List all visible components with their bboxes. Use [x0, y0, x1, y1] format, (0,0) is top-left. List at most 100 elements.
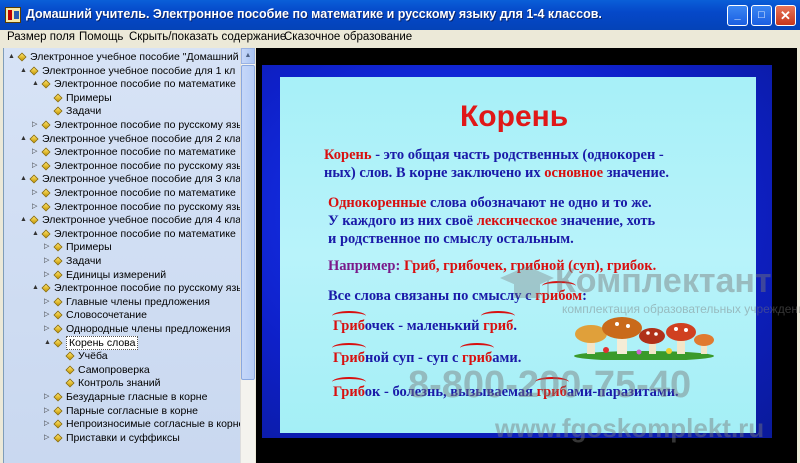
tree-item-label: Электронное пособие по русскому язы: [54, 159, 241, 172]
expand-toggle-icon[interactable]: ▷: [44, 325, 52, 333]
tree-item-label: Однородные члены предложения: [66, 323, 231, 335]
expand-toggle-icon[interactable]: ▷: [44, 243, 52, 251]
node-gem-icon: [41, 161, 51, 171]
tree-item-label: Самопроверка: [78, 363, 150, 376]
tree-item-label: Электронное учебное пособие "Домашний у: [30, 51, 241, 63]
expand-toggle-icon[interactable]: ▲: [8, 53, 16, 61]
scroll-up-arrow-icon[interactable]: ▲: [241, 48, 255, 64]
node-gem-icon: [41, 147, 51, 157]
menu-fairy-education[interactable]: Сказочное образование: [284, 31, 412, 43]
expand-toggle-icon[interactable]: ▲: [20, 135, 28, 143]
example-1: Грибочек - маленький гриб.: [331, 311, 517, 335]
expand-toggle-icon[interactable]: ▷: [44, 420, 52, 428]
node-gem-icon: [41, 120, 51, 130]
node-gem-icon: [53, 93, 63, 103]
expand-toggle-icon[interactable]: ▲: [32, 230, 40, 238]
node-gem-icon: [17, 52, 27, 62]
tree-item-label: Парные согласные в корне: [66, 404, 198, 417]
tree-item-label: Электронное пособие по математике: [54, 227, 236, 240]
tree-item-label: Электронное пособие по математике: [54, 78, 236, 91]
tree-item-label: Электронное пособие по русскому язы: [54, 282, 241, 295]
node-gem-icon: [53, 310, 63, 320]
graduation-cap-logo: [500, 266, 554, 298]
tree-item-label: Задачи: [66, 255, 102, 267]
tree-item-label: Примеры: [66, 241, 112, 254]
node-gem-icon: [53, 338, 63, 348]
node-gem-icon: [41, 79, 51, 89]
tree-item-label: Задачи: [66, 105, 102, 118]
tree-item-label: Словосочетание: [66, 309, 147, 322]
node-gem-icon: [29, 174, 39, 184]
maximize-button[interactable]: □: [751, 5, 772, 26]
node-gem-icon: [53, 106, 63, 116]
expand-toggle-icon[interactable]: [56, 366, 64, 374]
mushrooms-illustration-icon: [574, 317, 714, 360]
expand-toggle-icon[interactable]: ▲: [20, 67, 28, 75]
node-gem-icon: [53, 433, 63, 443]
slide-title: Корень: [460, 100, 569, 133]
tree-scrollbar[interactable]: ▲: [240, 48, 255, 463]
tree-item-label: Единицы измерений: [66, 268, 167, 281]
expand-toggle-icon[interactable]: ▲: [20, 216, 28, 224]
node-gem-icon: [53, 419, 63, 429]
expand-toggle-icon[interactable]: [44, 107, 52, 115]
contents-tree[interactable]: ▲ Электронное учебное пособие "Домашний у…: [3, 48, 241, 463]
expand-toggle-icon[interactable]: ▷: [44, 298, 52, 306]
tree-item-label: Непроизносимые согласные в корне: [66, 418, 241, 431]
tree-item-label: Контроль знаний: [78, 377, 161, 390]
watermark-tagline: комплектация образовательных учреждений: [562, 302, 800, 316]
definition-line-1: Корень - это общая часть родственных (од…: [324, 147, 664, 163]
tree-item-label: Электронное пособие по математике: [54, 146, 236, 159]
expand-toggle-icon[interactable]: ▷: [44, 393, 52, 401]
tree-item-label: Электронное учебное пособие для 1 кл: [42, 64, 236, 77]
tree-item-label: Приставки и суффиксы: [66, 431, 180, 444]
root-arc-icon: [331, 343, 366, 353]
node-gem-icon: [53, 297, 63, 307]
tree-item-label: Примеры: [66, 91, 112, 104]
tree-item-label: Электронное учебное пособие для 3 кла: [42, 173, 241, 186]
tree-item-label: Электронное учебное пособие для 2 кла: [42, 132, 241, 145]
expand-toggle-icon[interactable]: ▲: [20, 175, 28, 183]
window-title: Домашний учитель. Электронное пособие по…: [26, 7, 602, 21]
expand-toggle-icon[interactable]: ▷: [44, 271, 52, 279]
menu-toggle-contents[interactable]: Скрыть/показать содержание: [129, 31, 286, 43]
expand-toggle-icon[interactable]: ▷: [44, 434, 52, 442]
node-gem-icon: [65, 378, 75, 388]
expand-toggle-icon[interactable]: ▲: [32, 80, 40, 88]
menu-field-size[interactable]: Размер поля: [7, 31, 75, 43]
watermark-site: www.fgoskomplekt.ru: [495, 413, 765, 443]
node-gem-icon: [41, 188, 51, 198]
expand-toggle-icon[interactable]: ▷: [32, 203, 40, 211]
node-gem-icon: [41, 202, 51, 212]
tree-item-label: Учёба: [78, 350, 108, 363]
expand-toggle-icon[interactable]: ▲: [32, 284, 40, 292]
minimize-button[interactable]: _: [727, 5, 748, 26]
node-gem-icon: [53, 256, 63, 266]
tree-item-label: Главные члены предложения: [66, 295, 210, 308]
expand-toggle-icon[interactable]: ▷: [44, 311, 52, 319]
expand-toggle-icon[interactable]: ▲: [44, 339, 52, 347]
expand-toggle-icon[interactable]: ▷: [44, 257, 52, 265]
expand-toggle-icon[interactable]: ▷: [32, 121, 40, 129]
menu-help[interactable]: Помощь: [79, 31, 123, 43]
expand-toggle-icon[interactable]: ▷: [32, 189, 40, 197]
node-gem-icon: [29, 66, 39, 76]
node-gem-icon: [53, 406, 63, 416]
tree-item-label: Электронное пособие по русскому язы: [54, 119, 241, 131]
scroll-thumb[interactable]: [241, 65, 255, 380]
close-button[interactable]: ✕: [775, 5, 796, 26]
node-gem-icon: [29, 134, 39, 144]
expand-toggle-icon[interactable]: [56, 352, 64, 360]
node-gem-icon: [65, 365, 75, 375]
expand-toggle-icon[interactable]: ▷: [32, 162, 40, 170]
watermark-phone: 8-800-200-75-40: [408, 364, 692, 406]
tree-item-label: Электронное учебное пособие для 4 кла: [42, 214, 241, 227]
expand-toggle-icon[interactable]: [56, 379, 64, 387]
expand-toggle-icon[interactable]: ▷: [44, 407, 52, 415]
tree-item-label: Электронное пособие по русскому язы: [54, 200, 241, 213]
definition-line-2: ных) слов. В корне заключено их основное…: [324, 165, 669, 181]
node-gem-icon: [53, 270, 63, 280]
expand-toggle-icon[interactable]: [44, 94, 52, 102]
tree-item-label: Электронное пособие по математике: [54, 187, 236, 199]
expand-toggle-icon[interactable]: ▷: [32, 148, 40, 156]
